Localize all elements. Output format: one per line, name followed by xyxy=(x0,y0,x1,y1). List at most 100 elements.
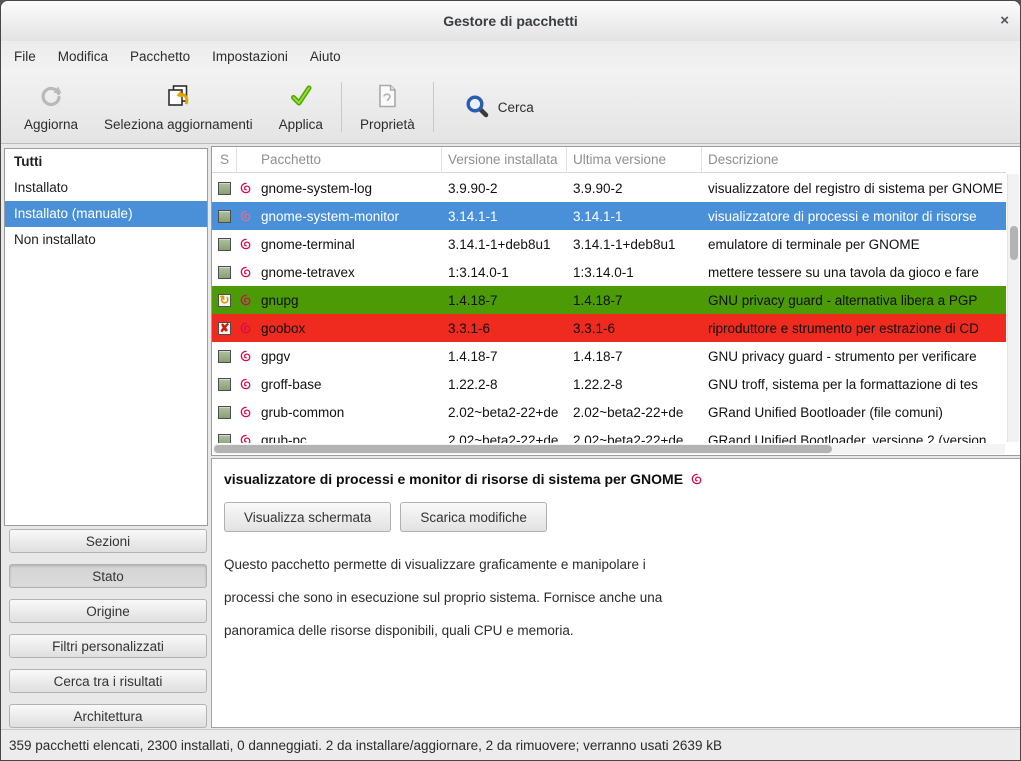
table-header: S Pacchetto Versione installata Ultima v… xyxy=(212,147,1006,173)
column-header-package[interactable]: Pacchetto xyxy=(255,147,442,172)
debian-swirl-icon xyxy=(239,237,253,251)
filter-item[interactable]: Installato (manuale) xyxy=(5,201,207,227)
table-row[interactable]: gnome-tetravex1:3.14.0-11:3.14.0-1metter… xyxy=(212,258,1006,286)
installed-status-icon xyxy=(218,378,231,391)
table-row[interactable]: gnome-system-log3.9.90-23.9.90-2visualiz… xyxy=(212,174,1006,202)
installed-version: 1.4.18-7 xyxy=(442,349,567,364)
select-upgrades-icon xyxy=(165,83,191,112)
filter-mode-button[interactable]: Architettura xyxy=(9,704,207,728)
installed-version: 1:3.14.0-1 xyxy=(442,265,567,280)
search-icon xyxy=(465,94,489,121)
filter-item[interactable]: Installato xyxy=(5,175,207,201)
vertical-scrollbar-thumb[interactable] xyxy=(1010,226,1018,260)
properties-button[interactable]: Proprietà xyxy=(347,76,428,138)
latest-version: 3.14.1-1 xyxy=(567,209,702,224)
details-description: Questo pacchetto permette di visualizzar… xyxy=(224,555,1008,640)
table-row[interactable]: gnome-system-monitor3.14.1-13.14.1-1visu… xyxy=(212,202,1006,230)
package-name: gnome-tetravex xyxy=(255,265,442,280)
details-description-line: processi che sono in esecuzione sul prop… xyxy=(224,588,1008,607)
horizontal-scrollbar[interactable] xyxy=(213,444,1005,454)
installed-status-icon xyxy=(218,350,231,363)
filter-mode-button[interactable]: Filtri personalizzati xyxy=(9,634,207,658)
apply-checkmark-icon xyxy=(288,83,314,112)
search-button[interactable]: Cerca xyxy=(453,86,546,129)
table-row[interactable]: ✘goobox3.3.1-63.3.1-6riproduttore e stru… xyxy=(212,314,1006,342)
properties-document-icon xyxy=(374,83,400,112)
installed-version: 3.14.1-1 xyxy=(442,209,567,224)
filter-mode-button[interactable]: Cerca tra i risultati xyxy=(9,669,207,693)
package-description: emulatore di terminale per GNOME xyxy=(702,237,1006,252)
close-icon[interactable]: × xyxy=(1000,1,1009,41)
debian-swirl-icon xyxy=(239,293,253,307)
debian-swirl-icon xyxy=(239,405,253,419)
column-header-logo[interactable] xyxy=(237,147,255,172)
table-row[interactable]: groff-base1.22.2-81.22.2-8GNU troff, sis… xyxy=(212,370,1006,398)
mark-upgrades-label: Seleziona aggiornamenti xyxy=(104,117,253,132)
package-name: gnupg xyxy=(255,293,442,308)
table-row[interactable]: gpgv1.4.18-71.4.18-7GNU privacy guard - … xyxy=(212,342,1006,370)
apply-label: Applica xyxy=(279,117,323,132)
package-description: visualizzatore del registro di sistema p… xyxy=(702,181,1006,196)
filter-mode-button[interactable]: Sezioni xyxy=(9,529,207,553)
horizontal-scrollbar-thumb[interactable] xyxy=(214,445,832,453)
filter-item[interactable]: Non installato xyxy=(5,227,207,253)
debian-swirl-icon xyxy=(239,209,253,223)
download-changelog-button[interactable]: Scarica modifiche xyxy=(400,502,547,532)
installed-version: 1.4.18-7 xyxy=(442,293,567,308)
title-bar: Gestore di pacchetti × xyxy=(1,1,1020,41)
installed-status-icon xyxy=(218,210,231,223)
column-header-description[interactable]: Descrizione xyxy=(702,147,1006,172)
apply-button[interactable]: Applica xyxy=(266,76,336,138)
filter-mode-button[interactable]: Origine xyxy=(9,599,207,623)
mark-upgrades-button[interactable]: Seleziona aggiornamenti xyxy=(91,76,266,138)
package-manager-window: Gestore di pacchetti × FileModificaPacch… xyxy=(0,0,1021,761)
refresh-icon xyxy=(38,83,64,112)
installed-status-icon xyxy=(218,182,231,195)
package-name: grub-common xyxy=(255,405,442,420)
table-row[interactable]: gnome-terminal3.14.1-1+deb8u13.14.1-1+de… xyxy=(212,230,1006,258)
package-name: groff-base xyxy=(255,377,442,392)
latest-version: 2.02~beta2-22+de xyxy=(567,433,702,444)
installed-status-icon xyxy=(218,434,231,444)
table-row[interactable]: ↻gnupg1.4.18-71.4.18-7GNU privacy guard … xyxy=(212,286,1006,314)
details-title: visualizzatore di processi e monitor di … xyxy=(224,471,683,487)
menu-pacchetto[interactable]: Pacchetto xyxy=(119,44,201,69)
filter-mode-button[interactable]: Stato xyxy=(9,564,207,588)
package-details-pane: visualizzatore di processi e monitor di … xyxy=(211,458,1021,728)
latest-version: 3.9.90-2 xyxy=(567,181,702,196)
refresh-button[interactable]: Aggiorna xyxy=(11,76,91,138)
search-label: Cerca xyxy=(498,100,534,115)
latest-version: 1:3.14.0-1 xyxy=(567,265,702,280)
table-row[interactable]: grub-common2.02~beta2-22+de2.02~beta2-22… xyxy=(212,398,1006,426)
latest-version: 3.14.1-1+deb8u1 xyxy=(567,237,702,252)
vertical-scrollbar[interactable] xyxy=(1007,174,1019,442)
column-header-latest-version[interactable]: Ultima versione xyxy=(567,147,702,172)
table-row[interactable]: grub-pc2.02~beta2-22+de2.02~beta2-22+deG… xyxy=(212,426,1006,443)
debian-swirl-icon xyxy=(690,472,704,486)
menu-modifica[interactable]: Modifica xyxy=(47,44,119,69)
toolbar-separator xyxy=(341,82,342,132)
menu-impostazioni[interactable]: Impostazioni xyxy=(201,44,299,69)
menu-file[interactable]: File xyxy=(3,44,47,69)
installed-status-icon xyxy=(218,406,231,419)
filter-item[interactable]: Tutti xyxy=(5,149,207,175)
installed-status-icon xyxy=(218,266,231,279)
menu-aiuto[interactable]: Aiuto xyxy=(299,44,352,69)
debian-swirl-icon xyxy=(239,433,253,443)
package-table: S Pacchetto Versione installata Ultima v… xyxy=(211,146,1021,456)
upgrade-status-icon: ↻ xyxy=(218,294,231,307)
column-header-status[interactable]: S xyxy=(212,147,237,172)
column-header-installed-version[interactable]: Versione installata xyxy=(442,147,567,172)
package-name: grub-pc xyxy=(255,433,442,444)
package-description: GNU privacy guard - alternativa libera a… xyxy=(702,293,1006,308)
status-bar: 359 pacchetti elencati, 2300 installati,… xyxy=(1,729,1020,760)
details-description-line: Questo pacchetto permette di visualizzar… xyxy=(224,555,1008,574)
package-description: GRand Unified Bootloader (file comuni) xyxy=(702,405,1006,420)
view-screenshot-button[interactable]: Visualizza schermata xyxy=(224,502,391,532)
latest-version: 1.4.18-7 xyxy=(567,293,702,308)
package-name: gnome-system-monitor xyxy=(255,209,442,224)
installed-version: 1.22.2-8 xyxy=(442,377,567,392)
package-description: GNU privacy guard - strumento per verifi… xyxy=(702,349,1006,364)
debian-swirl-icon xyxy=(239,181,253,195)
sidebar: TuttiInstallatoInstallato (manuale)Non i… xyxy=(1,144,211,731)
